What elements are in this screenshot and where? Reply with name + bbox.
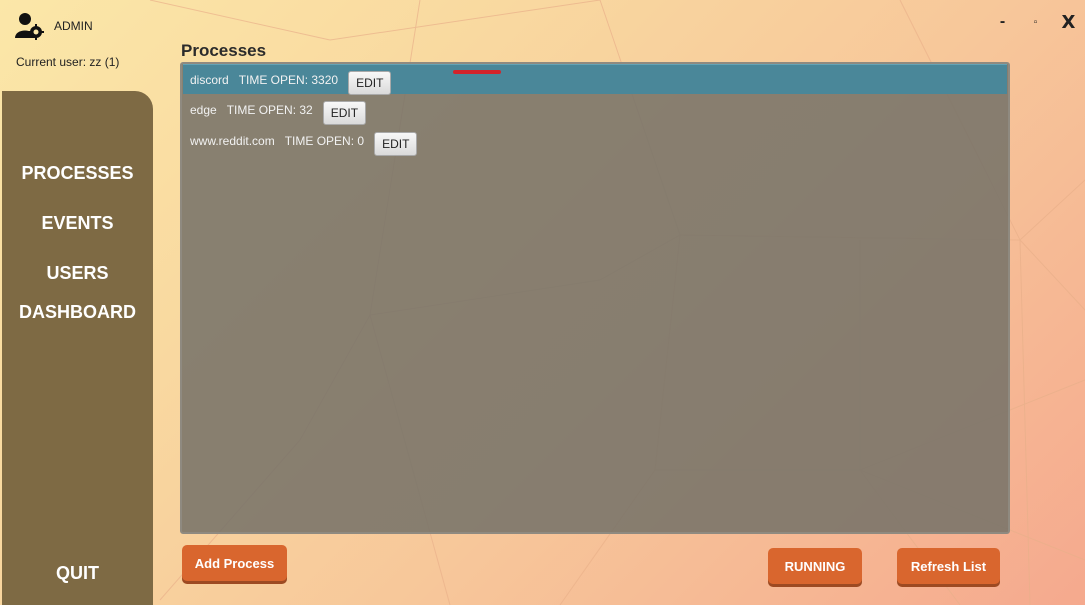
process-time: TIME OPEN: 32 xyxy=(226,102,313,117)
list-item[interactable]: discord TIME OPEN: 3320 EDIT xyxy=(183,64,1007,95)
user-settings-icon xyxy=(14,12,44,40)
process-list: discord TIME OPEN: 3320 EDIT edge TIME O… xyxy=(180,62,1010,534)
refresh-list-button[interactable]: Refresh List xyxy=(897,548,1000,584)
running-button[interactable]: RUNNING xyxy=(768,548,862,584)
edit-button[interactable]: EDIT xyxy=(348,70,392,95)
current-user-label: Current user: zz (1) xyxy=(16,55,120,69)
sidebar-item-events[interactable]: EVENTS xyxy=(2,213,153,234)
maximize-button[interactable]: ▫ xyxy=(1019,10,1052,34)
process-name: discord xyxy=(190,72,229,87)
close-button[interactable]: X xyxy=(1052,10,1085,34)
process-time: TIME OPEN: 3320 xyxy=(238,72,339,87)
user-header: ADMIN xyxy=(14,12,93,40)
window-controls: - ▫ X xyxy=(986,10,1085,34)
sidebar-item-dashboard[interactable]: DASHBOARD xyxy=(2,302,153,323)
process-time: TIME OPEN: 0 xyxy=(284,133,365,148)
annotation-mark xyxy=(453,70,501,74)
sidebar-item-users[interactable]: USERS xyxy=(2,263,153,284)
process-name: www.reddit.com xyxy=(190,133,275,148)
process-name: edge xyxy=(190,102,217,117)
edit-button[interactable]: EDIT xyxy=(322,100,367,125)
list-item[interactable]: edge TIME OPEN: 32 EDIT xyxy=(183,95,1007,125)
sidebar-item-processes[interactable]: PROCESSES xyxy=(2,163,153,184)
minimize-button[interactable]: - xyxy=(986,10,1019,34)
sidebar: PROCESSES EVENTS USERS DASHBOARD QUIT xyxy=(2,91,153,605)
page-title: Processes xyxy=(181,41,267,60)
admin-label: ADMIN xyxy=(54,19,93,33)
list-item[interactable]: www.reddit.com TIME OPEN: 0 EDIT xyxy=(183,126,1007,156)
edit-button[interactable]: EDIT xyxy=(374,131,418,156)
add-process-button[interactable]: Add Process xyxy=(182,545,287,581)
sidebar-item-quit[interactable]: QUIT xyxy=(2,563,153,584)
